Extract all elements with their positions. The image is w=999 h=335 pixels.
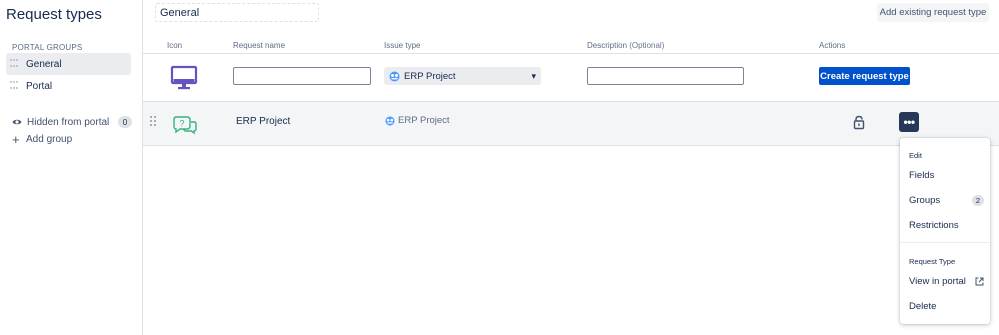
erp-project-icon — [389, 71, 400, 81]
hidden-from-portal-label: Hidden from portal — [27, 116, 110, 128]
plus-icon: + — [12, 131, 20, 147]
actions-menu: Edit Fields Groups 2 Restrictions Reques… — [900, 138, 990, 324]
menu-item-delete[interactable]: Delete — [909, 301, 984, 312]
menu-item-label: View in portal — [909, 276, 966, 287]
add-group-label: Add group — [26, 134, 73, 145]
menu-item-label: Restrictions — [909, 220, 959, 231]
chevron-down-icon: ▾ — [531, 70, 536, 81]
sidebar-item-label: Portal — [26, 80, 53, 92]
eye-icon — [12, 119, 22, 125]
menu-item-restrictions[interactable]: Restrictions — [909, 220, 984, 231]
table-row: ? ERP Project ERP Project ••• — [143, 101, 999, 146]
description-optional-label: (Optional) — [629, 41, 665, 50]
more-icon: ••• — [903, 115, 915, 129]
table-header-divider — [143, 53, 999, 54]
description-header-label: Description — [587, 41, 628, 50]
hidden-from-portal[interactable]: Hidden from portal 0 — [12, 114, 132, 130]
drag-handle-icon[interactable] — [150, 116, 156, 126]
column-header-icon: Icon — [167, 41, 183, 50]
request-name-input[interactable] — [233, 67, 371, 85]
menu-divider — [900, 242, 990, 243]
column-header-request-name: Request name — [233, 41, 286, 50]
menu-item-label: Groups — [909, 195, 941, 206]
hidden-count-badge: 0 — [118, 116, 132, 128]
create-request-type-button[interactable]: Create request type — [819, 67, 910, 85]
column-header-issue-type: Issue type — [384, 41, 421, 50]
add-group-button[interactable]: + Add group — [12, 131, 73, 147]
issue-type-select[interactable]: ERP Project ▾ — [384, 67, 541, 85]
menu-item-fields[interactable]: Fields — [909, 170, 984, 181]
group-name-input[interactable] — [155, 3, 319, 22]
issue-type-label: ERP Project — [398, 115, 450, 126]
page-title: Request types — [6, 6, 102, 23]
menu-item-label: Fields — [909, 170, 935, 181]
column-header-description: Description (Optional) — [587, 41, 664, 50]
request-type-issue-type: ERP Project — [385, 115, 450, 126]
sidebar-item-general[interactable]: General — [6, 53, 131, 75]
groups-count-badge: 2 — [972, 195, 984, 206]
svg-text:?: ? — [179, 119, 184, 129]
menu-heading-edit: Edit — [909, 151, 922, 160]
menu-item-groups[interactable]: Groups 2 — [909, 195, 984, 206]
external-link-icon — [975, 277, 984, 286]
more-actions-button[interactable]: ••• — [899, 112, 919, 132]
portal-groups-label: PORTAL GROUPS — [12, 43, 83, 52]
menu-item-view-in-portal[interactable]: View in portal — [909, 276, 984, 287]
drag-handle-icon[interactable] — [10, 81, 20, 91]
drag-handle-icon[interactable] — [10, 59, 20, 69]
issue-type-selected-label: ERP Project — [404, 70, 456, 82]
menu-heading-request-type: Request Type — [909, 257, 956, 266]
sidebar-item-portal[interactable]: Portal — [6, 75, 131, 97]
column-header-actions: Actions — [819, 41, 846, 50]
sidebar: Request types PORTAL GROUPS General Port… — [0, 0, 143, 335]
add-existing-request-type-button[interactable]: Add existing request type — [877, 3, 989, 22]
menu-item-label: Delete — [909, 301, 937, 312]
monitor-icon[interactable] — [170, 65, 198, 91]
erp-project-icon — [385, 115, 395, 126]
request-type-name[interactable]: ERP Project — [236, 116, 290, 127]
description-textarea[interactable] — [587, 67, 744, 85]
sidebar-item-label: General — [26, 58, 62, 70]
lock-icon[interactable] — [852, 115, 866, 130]
question-chat-icon[interactable]: ? — [172, 115, 198, 135]
